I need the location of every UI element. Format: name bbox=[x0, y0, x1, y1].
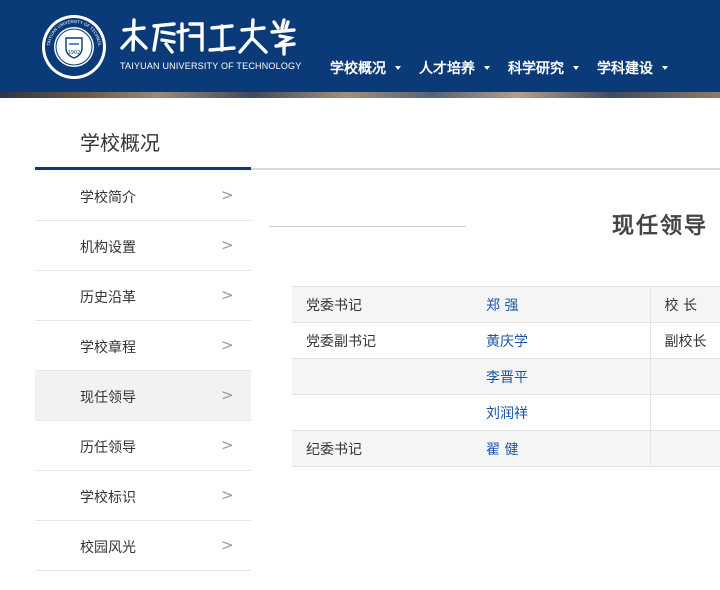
table-row: 李晋平 bbox=[292, 358, 720, 395]
leader-name-link[interactable]: 黄庆学 bbox=[472, 323, 650, 359]
chevron-right-icon: > bbox=[221, 236, 234, 254]
sidebar-item-emblem[interactable]: 学校标识 > bbox=[35, 471, 251, 521]
sidebar-title: 学校概况 bbox=[80, 131, 160, 155]
table-row: 党委书记 郑 强 校 长 bbox=[292, 286, 720, 323]
svg-text:1902: 1902 bbox=[68, 50, 81, 56]
nav-item-disciplines[interactable]: 学科建设 bbox=[597, 57, 668, 79]
sidebar-item-label: 学校标识 bbox=[80, 490, 136, 506]
content-top-divider bbox=[251, 168, 720, 170]
role-cell: 纪委书记 bbox=[292, 430, 472, 467]
nav-item-label: 学科建设 bbox=[597, 61, 653, 77]
university-name-calligraphy[interactable] bbox=[118, 14, 298, 60]
sidebar-item-label: 校园风光 bbox=[80, 540, 136, 556]
sidebar-item-label: 学校简介 bbox=[80, 190, 136, 206]
role-cell bbox=[292, 358, 472, 395]
nav-item-education[interactable]: 人才培养 bbox=[419, 57, 490, 79]
sidebar-item-organization[interactable]: 机构设置 > bbox=[35, 221, 251, 271]
sidebar-item-label: 学校章程 bbox=[80, 340, 136, 356]
role-cell bbox=[292, 395, 472, 431]
chevron-right-icon: > bbox=[221, 536, 234, 554]
role-cell bbox=[649, 358, 720, 395]
sidebar-item-intro[interactable]: 学校简介 > bbox=[35, 171, 251, 221]
chevron-right-icon: > bbox=[221, 336, 234, 354]
sidebar-item-label: 历任领导 bbox=[80, 440, 136, 456]
leader-name-link[interactable]: 刘润祥 bbox=[472, 395, 650, 431]
sidebar-item-label: 现任领导 bbox=[80, 390, 136, 406]
sidebar-item-campus-scenery[interactable]: 校园风光 > bbox=[35, 521, 251, 571]
caret-down-icon bbox=[573, 66, 579, 70]
chevron-right-icon: > bbox=[221, 486, 234, 504]
caret-down-icon bbox=[662, 66, 668, 70]
sidebar-title-underline bbox=[35, 167, 251, 170]
sidebar-item-history[interactable]: 历史沿革 > bbox=[35, 271, 251, 321]
role-cell: 校 长 bbox=[649, 286, 720, 323]
caret-down-icon bbox=[395, 66, 401, 70]
table-row: 刘润祥 bbox=[292, 394, 720, 431]
sidebar-item-current-leaders[interactable]: 现任领导 > bbox=[35, 371, 251, 421]
leaders-table: 党委书记 郑 强 校 长 党委副书记 黄庆学 副校长 李晋平 刘润祥 纪委书记 … bbox=[292, 286, 720, 467]
leader-name-link[interactable]: 翟 健 bbox=[472, 430, 650, 467]
role-cell bbox=[649, 394, 720, 431]
leader-name-link[interactable]: 郑 强 bbox=[472, 286, 650, 323]
university-english-name: TAIYUAN UNIVERSITY OF TECHNOLOGY bbox=[120, 61, 302, 71]
nav-item-label: 科学研究 bbox=[508, 61, 564, 77]
table-row: 党委副书记 黄庆学 副校长 bbox=[292, 322, 720, 359]
leader-name-link[interactable]: 李晋平 bbox=[472, 358, 650, 395]
sidebar-item-charter[interactable]: 学校章程 > bbox=[35, 321, 251, 371]
role-cell: 党委书记 bbox=[292, 286, 472, 323]
header-banner-strip bbox=[0, 92, 720, 98]
content-title-divider bbox=[269, 226, 466, 227]
role-cell: 副校长 bbox=[649, 322, 720, 359]
sidebar-item-former-leaders[interactable]: 历任领导 > bbox=[35, 421, 251, 471]
table-row: 纪委书记 翟 健 bbox=[292, 430, 720, 467]
chevron-right-icon: > bbox=[221, 386, 234, 404]
sidebar-item-label: 机构设置 bbox=[80, 240, 136, 256]
role-cell bbox=[649, 430, 720, 467]
page-title: 现任领导 bbox=[612, 214, 709, 239]
main-nav: 学校概况 人才培养 科学研究 学科建设 bbox=[330, 57, 686, 79]
nav-item-label: 人才培养 bbox=[419, 61, 475, 77]
nav-item-about[interactable]: 学校概况 bbox=[330, 57, 401, 79]
site-header: 1902 TAIYUAN UNIVERSITY OF TECHNOLOGY TA… bbox=[0, 0, 720, 92]
role-cell: 党委副书记 bbox=[306, 333, 376, 350]
university-seal-logo[interactable]: 1902 TAIYUAN UNIVERSITY OF TECHNOLOGY bbox=[41, 14, 107, 80]
caret-down-icon bbox=[484, 66, 490, 70]
chevron-right-icon: > bbox=[221, 286, 234, 304]
sidebar-item-label: 历史沿革 bbox=[80, 290, 136, 306]
chevron-right-icon: > bbox=[221, 186, 234, 204]
chevron-right-icon: > bbox=[221, 436, 234, 454]
nav-item-research[interactable]: 科学研究 bbox=[508, 57, 579, 79]
sidebar-menu: 学校简介 > 机构设置 > 历史沿革 > 学校章程 > 现任领导 > 历任领导 … bbox=[35, 171, 251, 571]
nav-item-label: 学校概况 bbox=[330, 61, 386, 77]
